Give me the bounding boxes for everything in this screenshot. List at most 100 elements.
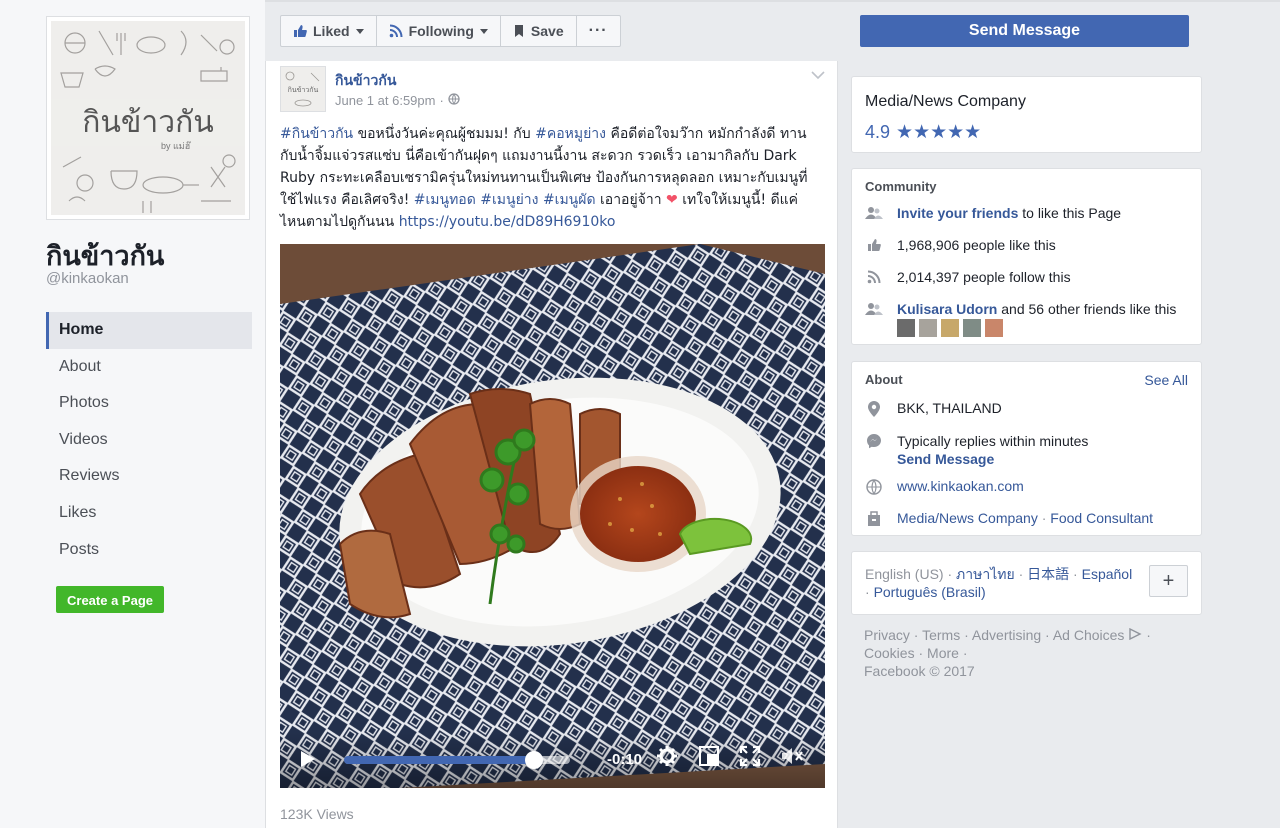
nav-item-home[interactable]: Home	[46, 312, 252, 349]
following-button[interactable]: Following	[377, 16, 501, 46]
page-follows-count[interactable]: 2,014,397 people follow this	[897, 269, 1071, 285]
video-time-remaining: -0:10	[607, 751, 643, 768]
profile-picture[interactable]: กินข้าวกัน by แม่ฮ๊	[46, 16, 250, 220]
nav-item-reviews[interactable]: Reviews	[46, 458, 252, 495]
chevron-down-icon	[479, 28, 488, 34]
footer-privacy-link[interactable]: Privacy	[864, 627, 910, 643]
liked-label: Liked	[313, 23, 350, 39]
add-language-button[interactable]: +	[1149, 565, 1188, 597]
language-link-spanish[interactable]: Español	[1082, 566, 1133, 582]
post-options-chevron-icon[interactable]	[811, 67, 825, 83]
footer-sep: ·	[1041, 627, 1053, 643]
settings-gear-icon[interactable]	[656, 745, 678, 770]
footer-terms-link[interactable]: Terms	[922, 627, 960, 643]
fullscreen-icon[interactable]	[739, 745, 761, 770]
footer-advertising-link[interactable]: Advertising	[972, 627, 1041, 643]
mute-icon[interactable]	[780, 745, 804, 770]
reply-time-text: Typically replies within minutes	[897, 433, 1089, 449]
rating-stars-icon: ★★★★★	[896, 122, 982, 143]
friend-avatar[interactable]	[919, 319, 937, 337]
thumbs-up-icon	[865, 237, 883, 252]
post-link[interactable]: https://youtu.be/dD89H6910ko	[399, 214, 616, 230]
hashtag[interactable]: #เมนูทอด	[414, 192, 476, 208]
globe-icon	[865, 478, 883, 495]
post-timestamp[interactable]: June 1 at 6:59pm	[335, 93, 435, 108]
video-progress-fill	[344, 756, 534, 764]
rating-value: 4.9	[865, 122, 891, 142]
category-link[interactable]: Media/News Company	[897, 510, 1038, 526]
svg-text:กินข้าวกัน: กินข้าวกัน	[288, 86, 319, 94]
video-player[interactable]: -0:10	[280, 244, 825, 788]
nav-item-about[interactable]: About	[46, 349, 252, 386]
footer-cookies-link[interactable]: Cookies	[864, 645, 915, 661]
friend-avatar[interactable]	[941, 319, 959, 337]
hashtag[interactable]: #เมนูย่าง	[480, 192, 538, 208]
page-likes-count[interactable]: 1,968,906 people like this	[897, 237, 1056, 253]
picture-in-picture-icon[interactable]	[698, 745, 720, 770]
language-link-japanese[interactable]: 日本語	[1027, 566, 1069, 582]
footer-sep: ·	[960, 627, 972, 643]
video-seek-bar[interactable]	[344, 751, 570, 769]
website-row: www.kinkaokan.com	[865, 478, 1024, 495]
hashtag[interactable]: #คอหมูย่าง	[535, 126, 606, 142]
page-handle[interactable]: @kinkaokan	[46, 270, 129, 287]
page-rating[interactable]: 4.9 ★★★★★	[865, 121, 981, 144]
video-controls: -0:10	[280, 732, 825, 788]
see-all-link[interactable]: See All	[1144, 372, 1188, 388]
send-message-button[interactable]: Send Message	[860, 15, 1189, 47]
create-page-button[interactable]: Create a Page	[56, 586, 164, 613]
heart-emoji: ❤	[666, 192, 678, 208]
friend-avatar[interactable]	[963, 319, 981, 337]
category-separator: ·	[1037, 510, 1051, 526]
friend-name-link[interactable]: Kulisara Udorn	[897, 301, 997, 317]
liked-button[interactable]: Liked	[281, 16, 377, 46]
profile-logo: กินข้าวกัน by แม่ฮ๊	[51, 21, 245, 215]
invite-friends-row: Invite your friends to like this Page	[865, 205, 1121, 221]
nav-item-photos[interactable]: Photos	[46, 385, 252, 422]
footer-ad-choices-link[interactable]: Ad Choices	[1053, 627, 1125, 643]
community-card: Community Invite your friends to like th…	[851, 168, 1202, 345]
friend-avatar[interactable]	[985, 319, 1003, 337]
lang-sep: ·	[1069, 566, 1082, 582]
post-author-avatar[interactable]: กินข้าวกัน	[280, 66, 326, 112]
hashtag[interactable]: #เมนูผัด	[543, 192, 596, 208]
thumbs-up-icon	[293, 24, 307, 38]
friend-avatar[interactable]	[897, 319, 915, 337]
friends-like-row: Kulisara Udorn and 56 other friends like…	[865, 301, 1176, 317]
view-count: 123K Views	[280, 806, 354, 822]
footer-links: Privacy · Terms · Advertising · Ad Choic…	[864, 626, 1184, 680]
invite-friends-link[interactable]: Invite your friends	[897, 205, 1018, 221]
ellipsis-icon: ···	[588, 22, 608, 39]
about-card: About See All BKK, THAILAND Typically re…	[851, 361, 1202, 536]
category-link[interactable]: Food Consultant	[1050, 510, 1153, 526]
footer-copyright: Facebook © 2017	[864, 663, 975, 679]
save-button[interactable]: Save	[501, 16, 577, 46]
footer-more-link[interactable]: More	[927, 645, 959, 661]
bookmark-icon	[513, 24, 525, 38]
website-link[interactable]: www.kinkaokan.com	[897, 478, 1024, 494]
about-send-message-link[interactable]: Send Message	[897, 450, 1088, 468]
messenger-row: Typically replies within minutes Send Me…	[865, 432, 1088, 468]
save-label: Save	[530, 23, 564, 39]
post-author-name[interactable]: กินข้าวกัน	[335, 70, 396, 92]
invite-friends-icon	[865, 205, 883, 220]
nav-item-likes[interactable]: Likes	[46, 495, 252, 532]
video-seek-knob[interactable]	[524, 751, 543, 769]
location-text[interactable]: BKK, THAILAND	[897, 400, 1002, 416]
language-link-portuguese[interactable]: Português (Brasil)	[874, 584, 986, 600]
play-icon[interactable]	[301, 751, 315, 767]
friend-avatars	[897, 319, 1003, 337]
post-card: กินข้าวกัน กินข้าวกัน June 1 at 6:59pm ·…	[265, 61, 838, 828]
page-likes-row: 1,968,906 people like this	[865, 237, 1056, 253]
language-link-thai[interactable]: ภาษาไทย	[956, 566, 1015, 582]
more-options-button[interactable]: ···	[577, 16, 620, 46]
nav-item-videos[interactable]: Videos	[46, 422, 252, 459]
hashtag[interactable]: #กินข้าวกัน	[280, 126, 353, 142]
post-meta: June 1 at 6:59pm ·	[335, 93, 460, 108]
page-category: Media/News Company	[865, 93, 1026, 110]
footer-sep: ·	[958, 645, 968, 661]
nav-item-posts[interactable]: Posts	[46, 532, 252, 569]
location-pin-icon	[865, 400, 883, 417]
messenger-icon	[865, 432, 883, 449]
page-nav: Home About Photos Videos Reviews Likes P…	[46, 312, 252, 568]
